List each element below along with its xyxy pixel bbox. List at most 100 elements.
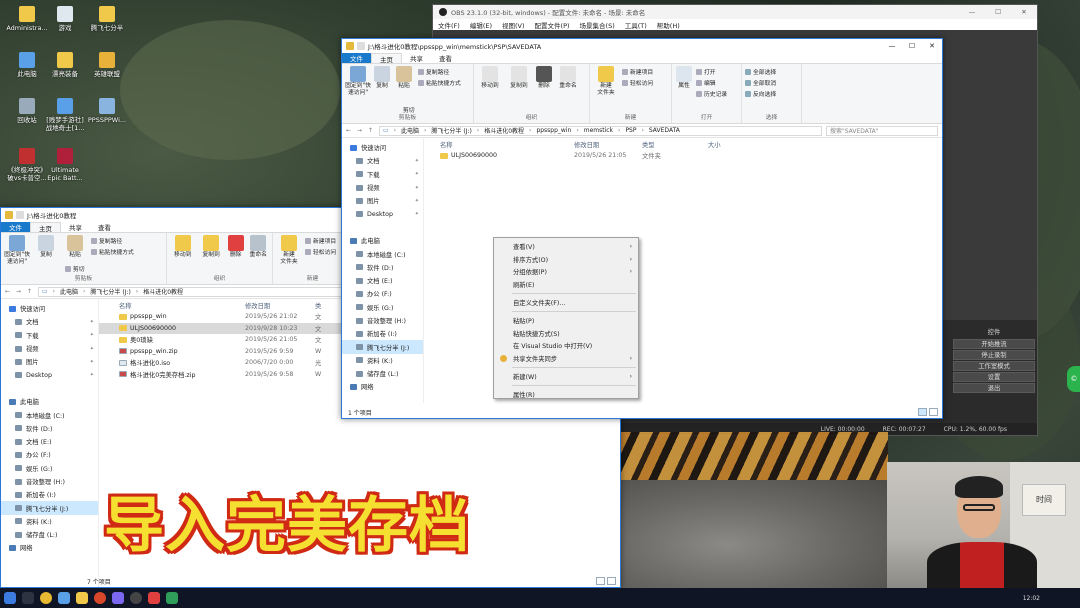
column-header[interactable]: 名称: [99, 301, 245, 310]
obs-titlebar[interactable]: OBS 23.1.0 (32-bit, windows) - 配置文件: 未命名…: [433, 5, 1037, 19]
sidebar-item[interactable]: [342, 221, 423, 234]
sidebar-item[interactable]: 资料 (K:): [342, 354, 423, 367]
cut-button[interactable]: 剪切: [403, 105, 470, 114]
desktop-icon[interactable]: 腾飞七分半: [82, 6, 132, 32]
context-menu-item[interactable]: 自定义文件夹(F)...: [494, 296, 638, 309]
file-row[interactable]: ULJS00690000 2019/5/26 21:05 文件夹: [424, 150, 942, 162]
sidebar-item[interactable]: Desktop ✦: [1, 368, 98, 381]
desktop-icon[interactable]: 英雄联盟: [82, 52, 132, 78]
maximize-icon[interactable]: ☐: [985, 8, 1011, 16]
breadcrumb-item[interactable]: 格斗进化0教程: [484, 127, 524, 135]
sidebar-item[interactable]: 本地磁盘 (C:): [342, 247, 423, 260]
obs-control-button[interactable]: 开始推流: [953, 339, 1035, 349]
sidebar-item[interactable]: 快速访问: [1, 302, 98, 315]
search-input[interactable]: 搜索"SAVEDATA": [826, 125, 938, 136]
sidebar-item[interactable]: 本地磁盘 (C:): [1, 408, 98, 421]
paste-button[interactable]: 粘贴: [62, 235, 88, 259]
paste-button[interactable]: 粘贴: [393, 66, 415, 90]
sidebar-item[interactable]: 办公 (F:): [342, 287, 423, 300]
sidebar-item[interactable]: 娱乐 (G:): [1, 462, 98, 475]
context-menu-item[interactable]: 粘贴快捷方式(S): [494, 327, 638, 340]
sidebar-item[interactable]: 音效整理 (H:): [1, 475, 98, 488]
sidebar-item[interactable]: 新加卷 (I:): [342, 327, 423, 340]
new-folder-button[interactable]: 新建 文件夹: [593, 66, 619, 97]
context-menu-item[interactable]: 分组依据(P) ›: [494, 266, 638, 279]
rename-button[interactable]: 重命名: [247, 235, 269, 259]
tab-2[interactable]: 共享: [61, 222, 90, 232]
move-to-button[interactable]: 移动到: [170, 235, 195, 259]
sidebar-item[interactable]: 下载 ✦: [1, 329, 98, 342]
breadcrumb[interactable]: ▭ › 此电脑 › 腾飞七分半 (J:) › 格斗进化0教程 › ppsspp_win › mems…: [378, 125, 822, 136]
paste-shortcut-button[interactable]: 粘贴快捷方式: [91, 247, 134, 256]
obs-menu-item[interactable]: 编辑(E): [470, 20, 492, 30]
sidebar-item[interactable]: 办公 (F:): [1, 448, 98, 461]
sidebar-item[interactable]: 软件 (D:): [342, 261, 423, 274]
obs-menu-item[interactable]: 文件(F): [438, 20, 460, 30]
desktop-icon[interactable]: PPSSPPWi...: [82, 98, 132, 124]
obs-menu-item[interactable]: 工具(T): [625, 20, 647, 30]
properties-button[interactable]: 属性: [675, 66, 693, 90]
edit-button[interactable]: 编辑: [696, 78, 727, 87]
breadcrumb-item[interactable]: memstick: [584, 127, 613, 134]
titlebar[interactable]: J:\格斗进化0教程\ppsspp_win\memstick\PSP\SAVED…: [342, 39, 942, 53]
copy-to-button[interactable]: 复制到: [198, 235, 223, 259]
move-to-button[interactable]: 移动到: [477, 66, 503, 90]
column-header[interactable]: 类型: [642, 140, 708, 149]
copy-to-button[interactable]: 复制到: [506, 66, 532, 90]
details-view-icon[interactable]: [918, 408, 927, 416]
cut-button[interactable]: 剪切: [65, 264, 134, 273]
sidebar-item[interactable]: 文档 (E:): [1, 435, 98, 448]
start-icon[interactable]: [4, 592, 16, 604]
obs-control-button[interactable]: 工作室模式: [953, 361, 1035, 371]
search-icon[interactable]: [22, 592, 34, 604]
side-widget-icon[interactable]: ©: [1067, 366, 1080, 392]
context-menu-item[interactable]: 刷新(E): [494, 278, 638, 291]
minimize-icon[interactable]: —: [882, 42, 902, 50]
tab-3[interactable]: 查看: [431, 53, 460, 63]
breadcrumb-item[interactable]: ppsspp_win: [536, 127, 571, 134]
large-icons-view-icon[interactable]: [607, 577, 616, 585]
sidebar-item[interactable]: [1, 382, 98, 395]
app-icon[interactable]: [112, 592, 124, 604]
nav-arrows-icon[interactable]: ← → ↑: [346, 127, 375, 134]
sidebar-item[interactable]: 图片 ✦: [1, 355, 98, 368]
maximize-icon[interactable]: ☐: [902, 42, 922, 50]
obs-menu-item[interactable]: 帮助(H): [657, 20, 680, 30]
context-menu-item[interactable]: 在 Visual Studio 中打开(V): [494, 340, 638, 353]
app-icon[interactable]: [94, 592, 106, 604]
column-header[interactable]: 大小: [708, 140, 748, 149]
sidebar-item[interactable]: 资料 (K:): [1, 515, 98, 528]
sidebar-item[interactable]: 音效整理 (H:): [342, 314, 423, 327]
obs-menu-item[interactable]: 视图(V): [502, 20, 525, 30]
column-header[interactable]: 修改日期: [245, 301, 315, 310]
copy-button[interactable]: 复制: [33, 235, 59, 259]
app-icon[interactable]: [166, 592, 178, 604]
sidebar-item[interactable]: 网络: [1, 541, 98, 554]
tab-2[interactable]: 共享: [402, 53, 431, 63]
copy-button[interactable]: 复制: [374, 66, 390, 90]
easy-access-button[interactable]: 轻松访问: [305, 247, 336, 256]
obs-control-button[interactable]: 退出: [953, 383, 1035, 393]
tab-3[interactable]: 查看: [90, 222, 119, 232]
app-icon[interactable]: [148, 592, 160, 604]
new-item-button[interactable]: 新建项目: [622, 67, 653, 76]
pin-quick-access-button[interactable]: 固定到"快 速访问": [4, 235, 30, 266]
large-icons-view-icon[interactable]: [929, 408, 938, 416]
app-icon[interactable]: [58, 592, 70, 604]
sidebar-item[interactable]: Desktop ✦: [342, 207, 423, 220]
copy-path-button[interactable]: 复制路径: [91, 236, 134, 245]
nav-arrows-icon[interactable]: ← → ↑: [5, 288, 34, 295]
sidebar-item[interactable]: 视频 ✦: [1, 342, 98, 355]
tab-0[interactable]: 文件: [1, 222, 30, 232]
sidebar-item[interactable]: 此电脑: [342, 234, 423, 247]
delete-button[interactable]: 删除: [535, 66, 553, 90]
obs-control-button[interactable]: 设置: [953, 372, 1035, 382]
breadcrumb-item[interactable]: 腾飞七分半 (J:): [90, 288, 130, 296]
sidebar-item[interactable]: 文档 ✦: [342, 154, 423, 167]
sidebar-item[interactable]: 视频 ✦: [342, 181, 423, 194]
delete-button[interactable]: 删除: [227, 235, 245, 259]
sidebar-item[interactable]: 腾飞七分半 (J:): [342, 340, 423, 354]
sidebar-item[interactable]: 新加卷 (I:): [1, 488, 98, 501]
quick-access-toolbar-icon[interactable]: [16, 211, 24, 219]
sidebar-item[interactable]: 下载 ✦: [342, 168, 423, 181]
